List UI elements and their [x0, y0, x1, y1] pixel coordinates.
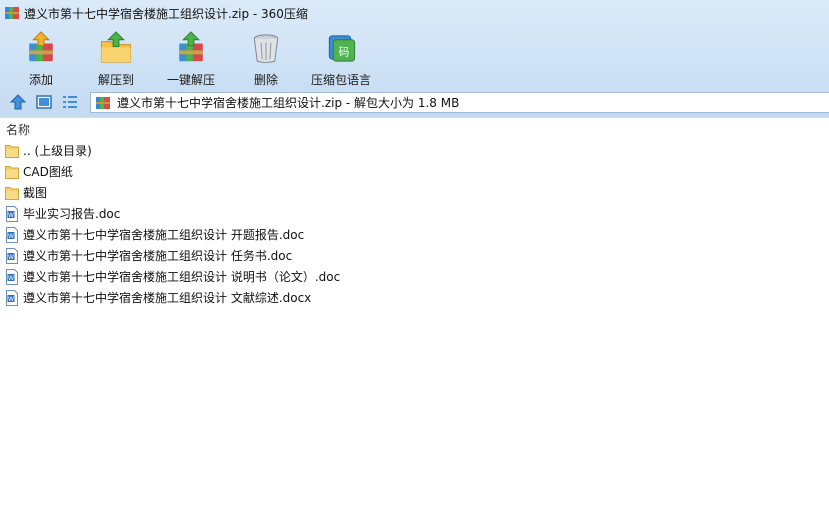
window-title: 遵义市第十七中学宿舍楼施工组织设计.zip - 360压缩 — [24, 7, 308, 21]
file-row[interactable]: W 遵义市第十七中学宿舍楼施工组织设计 任务书.doc — [0, 245, 829, 266]
file-name: 截图 — [23, 186, 48, 200]
column-header-name[interactable]: 名称 — [0, 118, 829, 140]
folder-icon — [5, 186, 19, 200]
word-document-icon: W — [6, 247, 18, 264]
file-name: 遵义市第十七中学宿舍楼施工组织设计 开题报告.doc — [23, 228, 305, 242]
folder-icon — [5, 144, 19, 158]
file-name: .. (上级目录) — [23, 144, 92, 158]
file-list: 名称 .. (上级目录) CAD图纸截图 W 毕业实习报告.doc W 遵义市第十七中学宿… — [0, 117, 829, 516]
word-document-icon: W — [6, 289, 18, 306]
up-arrow-icon[interactable] — [9, 93, 27, 111]
delete-label: 删除 — [253, 73, 278, 87]
svg-text:W: W — [8, 295, 14, 302]
encoding-icon: 码 — [328, 35, 356, 62]
svg-text:W: W — [8, 211, 14, 218]
file-name: 遵义市第十七中学宿舍楼施工组织设计 说明书（论文）.doc — [23, 270, 341, 284]
add-archive-icon — [29, 31, 53, 62]
file-name: 遵义市第十七中学宿舍楼施工组织设计 文献综述.docx — [23, 291, 312, 305]
archive-language-button[interactable]: 码 压缩包语言 — [309, 28, 373, 88]
word-document-icon: W — [6, 268, 18, 285]
thumbnail-view-icon[interactable] — [35, 93, 53, 111]
word-document-icon: W — [6, 226, 18, 243]
add-label: 添加 — [28, 73, 53, 87]
trash-icon — [253, 34, 279, 64]
file-name: CAD图纸 — [23, 165, 73, 179]
one-click-extract-icon — [179, 31, 203, 62]
delete-button[interactable]: 删除 — [246, 28, 286, 88]
archive-app-icon — [5, 7, 19, 19]
extract-folder-icon — [100, 31, 132, 63]
add-button[interactable]: 添加 — [20, 28, 62, 88]
window-chrome: 遵义市第十七中学宿舍楼施工组织设计.zip - 360压缩 添加 解压到 一键解… — [0, 0, 829, 117]
address-bar[interactable]: 遵义市第十七中学宿舍楼施工组织设计.zip - 解包大小为 1.8 MB — [90, 92, 829, 113]
word-document-icon: W — [6, 205, 18, 222]
folder-row[interactable]: .. (上级目录) — [0, 140, 829, 161]
folder-row[interactable]: CAD图纸 — [0, 161, 829, 182]
svg-text:码: 码 — [339, 45, 350, 58]
file-name: 毕业实习报告.doc — [23, 207, 121, 221]
file-row[interactable]: W 毕业实习报告.doc — [0, 203, 829, 224]
zip-file-icon — [96, 96, 110, 109]
title-bar: 遵义市第十七中学宿舍楼施工组织设计.zip - 360压缩 — [0, 0, 829, 26]
toolbar: 添加 解压到 一键解压 删除 码 压缩包语言 — [0, 28, 829, 88]
column-header-name-label: 名称 — [6, 122, 31, 137]
file-name: 遵义市第十七中学宿舍楼施工组织设计 任务书.doc — [23, 249, 293, 263]
file-row[interactable]: W 遵义市第十七中学宿舍楼施工组织设计 说明书（论文）.doc — [0, 266, 829, 287]
folder-row[interactable]: 截图 — [0, 182, 829, 203]
navigation-bar: 遵义市第十七中学宿舍楼施工组织设计.zip - 解包大小为 1.8 MB — [0, 90, 829, 115]
one-click-extract-button[interactable]: 一键解压 — [165, 28, 217, 88]
address-path: 遵义市第十七中学宿舍楼施工组织设计.zip - 解包大小为 1.8 MB — [117, 96, 460, 110]
file-row[interactable]: W 遵义市第十七中学宿舍楼施工组织设计 文献综述.docx — [0, 287, 829, 308]
extract-to-label: 解压到 — [97, 73, 134, 87]
one-click-extract-label: 一键解压 — [166, 73, 215, 87]
svg-text:W: W — [8, 232, 14, 239]
svg-text:W: W — [8, 253, 14, 260]
folder-icon — [5, 165, 19, 179]
file-row[interactable]: W 遵义市第十七中学宿舍楼施工组织设计 开题报告.doc — [0, 224, 829, 245]
extract-to-button[interactable]: 解压到 — [93, 28, 139, 88]
archive-language-label: 压缩包语言 — [310, 73, 371, 87]
list-view-icon[interactable] — [61, 93, 79, 111]
svg-text:W: W — [8, 274, 14, 281]
